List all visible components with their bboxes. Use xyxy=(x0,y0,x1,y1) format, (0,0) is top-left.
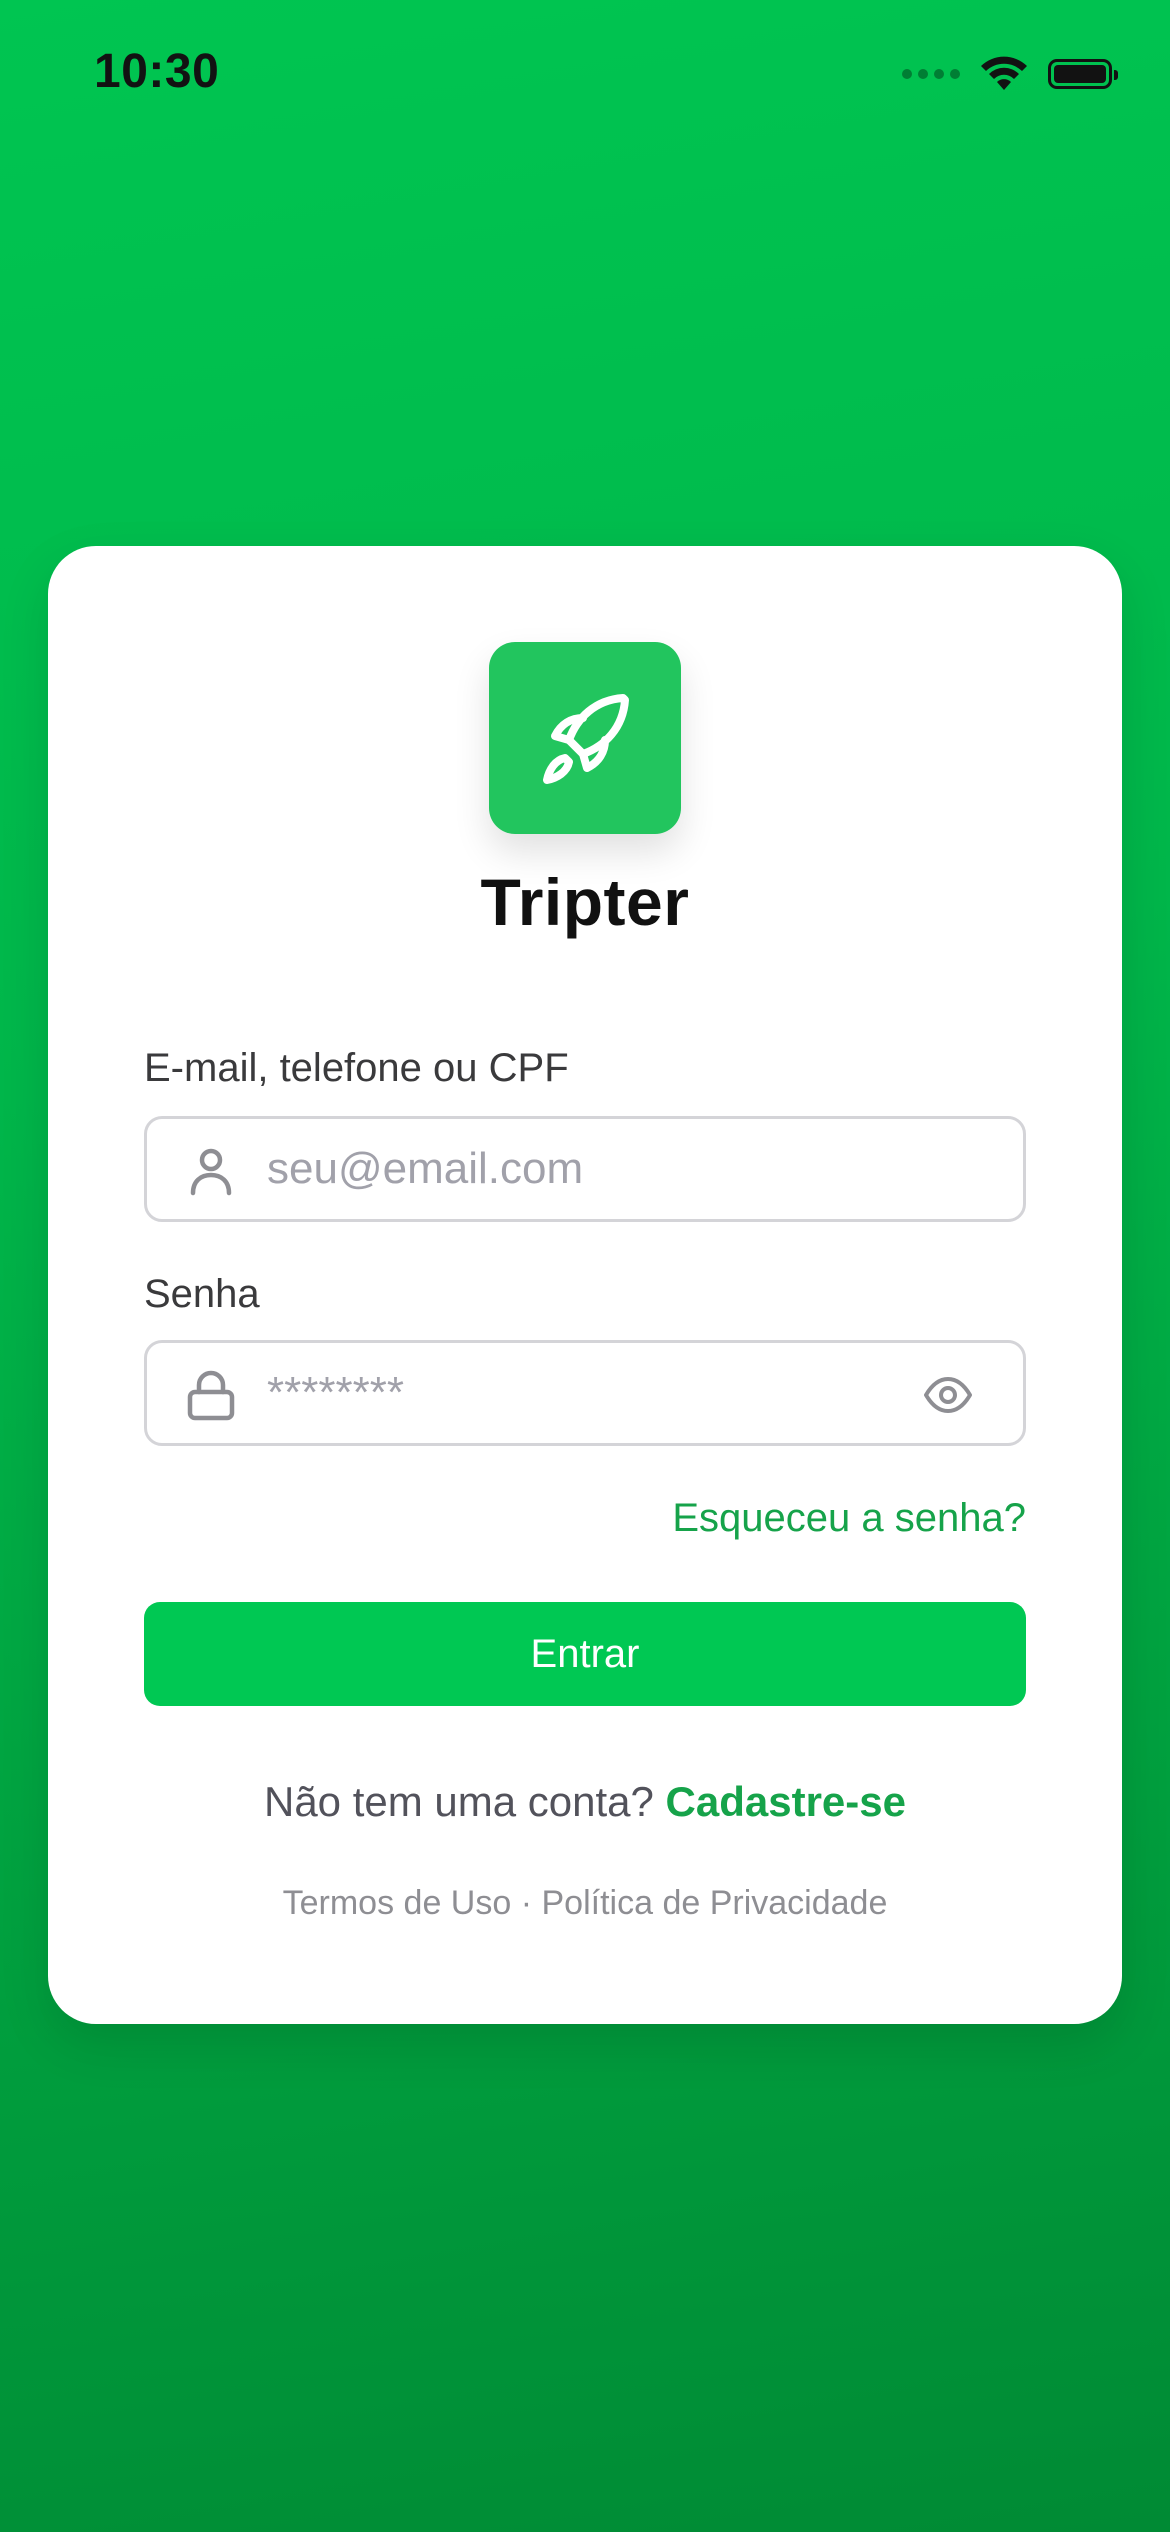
wifi-icon xyxy=(981,56,1027,90)
lock-icon xyxy=(187,1370,235,1421)
login-button[interactable]: Entrar xyxy=(144,1602,1026,1706)
identifier-input[interactable] xyxy=(267,1119,867,1219)
login-card: Tripter E-mail, telefone ou CPF Senha Es… xyxy=(48,546,1122,2024)
login-screen: 10:30 Tripter E-mail, telefone ou CPF se… xyxy=(0,0,1170,2532)
identifier-field[interactable] xyxy=(144,1116,1026,1222)
privacy-link[interactable]: Política de Privacidade xyxy=(542,1884,888,1922)
app-name: Tripter xyxy=(480,865,690,939)
password-label: Senha xyxy=(144,1272,260,1316)
battery-icon xyxy=(1048,59,1118,89)
cellular-signal-icon xyxy=(902,69,960,79)
status-time: 10:30 xyxy=(94,45,220,98)
no-account-text: Não tem uma conta? xyxy=(263,1778,666,1825)
eye-icon[interactable] xyxy=(923,1373,973,1417)
user-icon xyxy=(190,1148,232,1196)
status-icons xyxy=(902,54,1118,94)
legal-separator: · xyxy=(520,1884,542,1922)
rocket-icon xyxy=(543,694,629,784)
status-bar: 10:30 xyxy=(0,0,1170,150)
terms-link[interactable]: Termos de Uso xyxy=(283,1884,512,1922)
legal-links: Termos de Uso · Política de Privacidade xyxy=(48,1884,1122,1923)
identifier-label: E-mail, telefone ou CPF xyxy=(144,1046,569,1090)
signup-link[interactable]: Cadastre-se xyxy=(666,1778,906,1825)
app-logo xyxy=(489,642,681,834)
password-input[interactable] xyxy=(267,1343,867,1443)
password-field[interactable] xyxy=(144,1340,1026,1446)
forgot-password-link[interactable]: Esqueceu a senha? xyxy=(672,1496,1026,1541)
signup-prompt: Não tem uma conta? Cadastre-se xyxy=(48,1778,1122,1826)
